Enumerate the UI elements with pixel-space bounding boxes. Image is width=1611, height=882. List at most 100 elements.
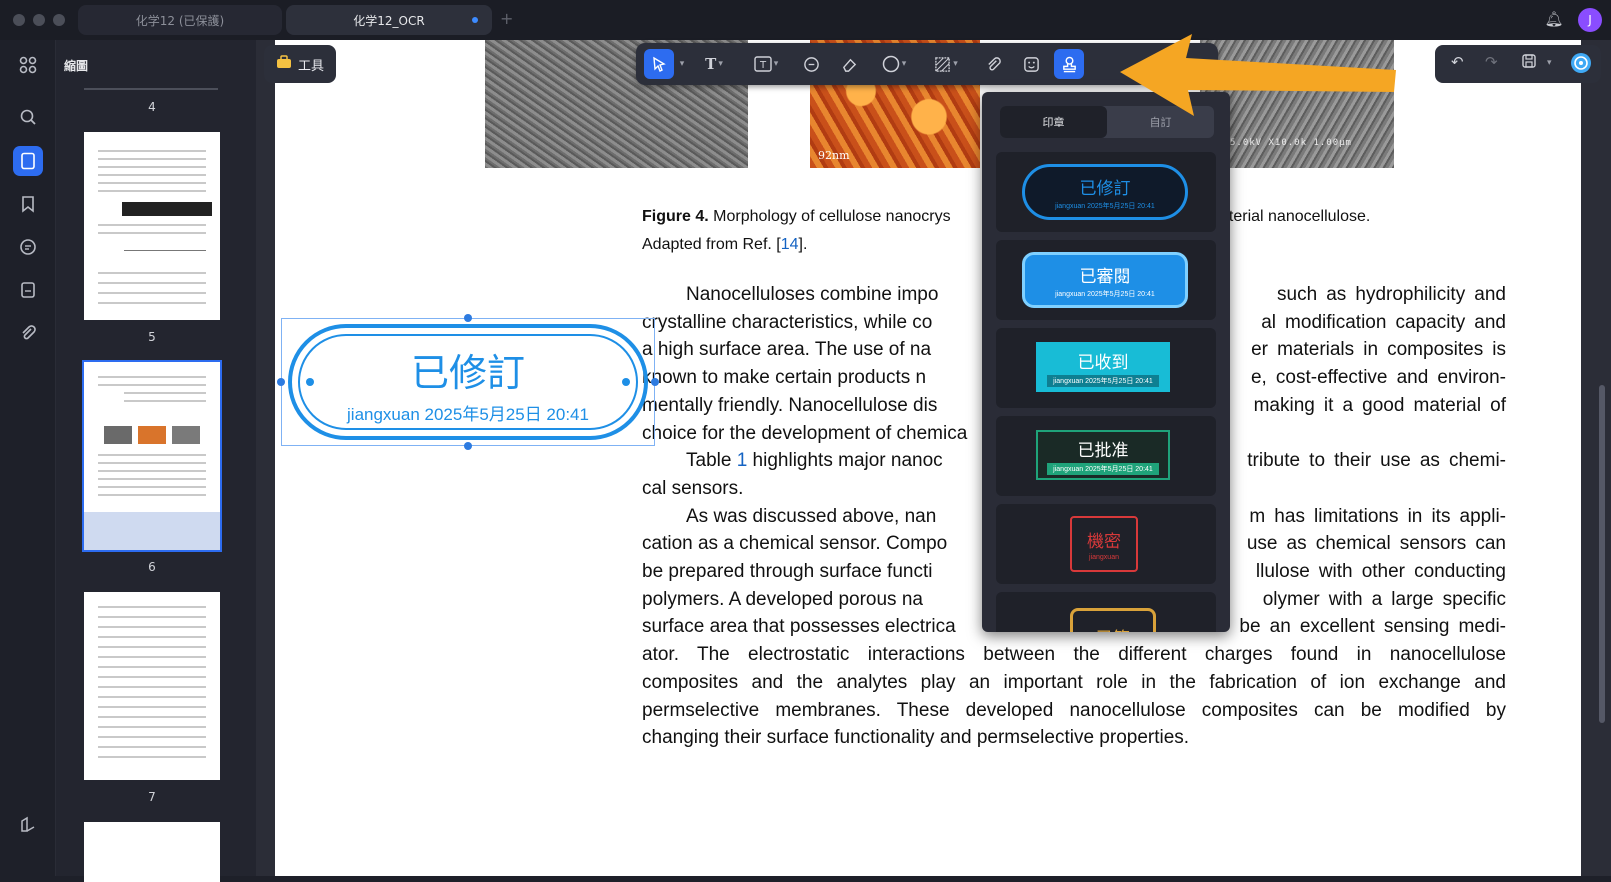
left-rail: [0, 40, 56, 876]
zoom-window-button[interactable]: [53, 14, 65, 26]
stamp-label: 已簽: [1096, 624, 1130, 633]
stamp-tool-icon[interactable]: [1054, 49, 1084, 79]
shape-tool-icon[interactable]: ▾: [872, 49, 916, 79]
text-line: permselective membranes. These developed…: [642, 699, 1506, 721]
attachment-icon[interactable]: [13, 318, 43, 348]
text-line: llulose with other conducting: [1255, 561, 1506, 582]
text-tool-icon[interactable]: T ▾: [694, 49, 734, 79]
grid-view-icon[interactable]: [13, 50, 43, 80]
text-line: olymer with a large specific: [1262, 588, 1506, 610]
page-icon[interactable]: [13, 275, 43, 305]
stamp-panel: 印章 自訂 已修訂 jiangxuan 2025年5月25日 20:41 已審閱 ji…: [982, 92, 1230, 632]
tab-label: 化学12 (已保護): [135, 13, 225, 28]
close-window-button[interactable]: [13, 14, 25, 26]
resize-handle[interactable]: [464, 314, 472, 322]
ai-assistant-icon[interactable]: [1569, 51, 1593, 79]
save-icon[interactable]: [1521, 53, 1537, 73]
tab-stamps[interactable]: 印章: [1000, 106, 1107, 138]
tools-label: 工具: [297, 58, 324, 74]
comment-icon[interactable]: [13, 232, 43, 262]
image-caption: 5.0kV X10.0k 1.00μm: [1230, 138, 1352, 148]
stamp-option[interactable]: 已收到 jiangxuan 2025年5月25日 20:41: [996, 328, 1216, 408]
image-scale-label: 92nm: [818, 149, 850, 162]
stamp-option[interactable]: 已簽: [996, 592, 1216, 632]
text-line: mentally friendly. Nanocellulose dis: [642, 394, 938, 416]
text-line: al modification capacity and: [1261, 311, 1506, 333]
sticker-icon[interactable]: [1016, 49, 1046, 79]
divider: [84, 88, 218, 90]
text-line: ator. The electrostatic interactions bet…: [642, 644, 1506, 666]
page-thumbnail-8[interactable]: [84, 822, 220, 882]
tab-label: 印章: [1042, 116, 1065, 129]
text-line: composites and the analytes play an impo…: [642, 671, 1506, 693]
placed-stamp-subtitle: jiangxuan 2025年5月25日 20:41: [347, 405, 589, 424]
eraser-icon[interactable]: [834, 49, 864, 79]
chevron-down-icon[interactable]: ▾: [1547, 58, 1552, 68]
avatar[interactable]: J: [1578, 8, 1602, 32]
undo-icon[interactable]: ↶: [1451, 53, 1464, 71]
select-tool-icon[interactable]: [644, 49, 674, 79]
figure-label: Figure 4.: [642, 208, 709, 225]
page-number: 5: [148, 330, 156, 344]
text-line: Nanocelluloses combine impo: [686, 284, 939, 305]
pointer-arrow: [1120, 34, 1396, 116]
text-line: use as chemical sensors can: [1246, 533, 1506, 555]
tab-label: 化学12_OCR: [353, 13, 425, 28]
stamp-preview: 已審閱 jiangxuan 2025年5月25日 20:41: [1022, 252, 1188, 308]
chevron-down-icon[interactable]: ▾: [674, 49, 688, 79]
resize-handle[interactable]: [464, 442, 472, 450]
stamp-option[interactable]: 已審閱 jiangxuan 2025年5月25日 20:41: [996, 240, 1216, 320]
area-highlight-icon[interactable]: ▾: [924, 49, 968, 79]
text-line: As was discussed above, nan: [686, 505, 937, 527]
attachment-tool-icon[interactable]: [978, 49, 1008, 79]
text-line: known to make certain products n: [642, 367, 927, 389]
toolbox-icon: [276, 55, 292, 73]
figure-caption-text: Morphology of cellulose nanocrys: [708, 208, 951, 225]
resize-handle[interactable]: [651, 378, 659, 386]
stamp-option[interactable]: 已修訂 jiangxuan 2025年5月25日 20:41: [996, 152, 1216, 232]
page-thumbnail-6[interactable]: [82, 360, 222, 552]
comment-tool-icon[interactable]: [796, 49, 826, 79]
sidebar-toggle-icon[interactable]: [13, 810, 43, 840]
textbox-tool-icon[interactable]: T ▾: [744, 49, 788, 79]
thumbnails-icon[interactable]: [13, 146, 43, 176]
arrow-shape: [1120, 34, 1396, 116]
figure-caption: Figure 4. Morphology of cellulose nanocr…: [642, 208, 951, 226]
text-line: choice for the development of chemica: [642, 422, 968, 444]
stamp-sublabel: jiangxuan 2025年5月25日 20:41: [1055, 290, 1155, 298]
text-line: polymers. A developed porous na: [642, 588, 923, 610]
document-scrollbar[interactable]: [1599, 385, 1605, 723]
placed-stamp[interactable]: 已修訂 jiangxuan 2025年5月25日 20:41: [288, 324, 648, 440]
resize-handle[interactable]: [277, 378, 285, 386]
stamp-sublabel: jiangxuan 2025年5月25日 20:41: [1047, 462, 1159, 475]
text-line: changing their surface functionality and…: [642, 727, 1190, 749]
thumbnails-panel: 縮圖 4 5 6 7: [56, 40, 302, 882]
tab-document-ocr[interactable]: 化学12_OCR: [286, 5, 492, 35]
text-line: cal sensors.: [642, 477, 744, 499]
table-reference-link[interactable]: 1: [737, 450, 748, 471]
page-number: 4: [148, 100, 156, 114]
stamp-option[interactable]: 已批准 jiangxuan 2025年5月25日 20:41: [996, 416, 1216, 496]
text-line: tribute to their use as chemi-: [1247, 450, 1506, 472]
text-line-rest: highlights major nanoc: [747, 450, 943, 472]
adapted-prefix: Adapted from Ref. [: [642, 236, 781, 253]
bell-icon[interactable]: 🔔︎: [1544, 10, 1564, 30]
text-line: be an excellent sensing medi-: [1239, 616, 1506, 638]
bookmark-icon[interactable]: [13, 189, 43, 219]
search-icon[interactable]: [13, 102, 43, 132]
stamp-option[interactable]: 機密 jiangxuan: [996, 504, 1216, 584]
new-tab-plus-icon[interactable]: +: [500, 9, 513, 28]
stamp-label: 機密: [1087, 532, 1121, 552]
tab-document-protected[interactable]: 化学12 (已保護): [78, 5, 282, 35]
redo-icon[interactable]: ↷: [1485, 53, 1498, 71]
tools-button[interactable]: 工具: [264, 45, 336, 83]
text-line: a high surface area. The use of na: [642, 339, 932, 361]
stamp-sublabel: jiangxuan 2025年5月25日 20:41: [1055, 202, 1155, 210]
stamp-preview: 機密 jiangxuan: [1070, 516, 1138, 572]
unsaved-dot-icon: [472, 17, 478, 23]
minimize-window-button[interactable]: [33, 14, 45, 26]
page-thumbnail-7[interactable]: [84, 592, 220, 780]
reference-link[interactable]: 14: [781, 236, 799, 253]
page-thumbnail-5[interactable]: [84, 132, 220, 320]
text-line: crystalline characteristics, while co: [642, 311, 933, 333]
